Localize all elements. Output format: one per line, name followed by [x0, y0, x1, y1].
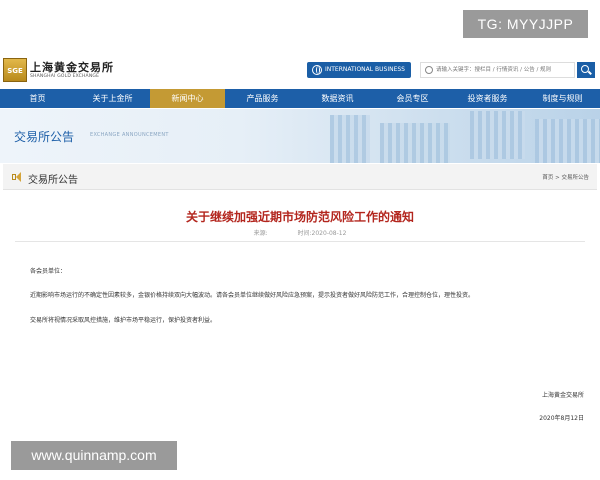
international-business-label: INTERNATIONAL BUSINESS: [325, 66, 405, 73]
nav-item-investors[interactable]: 投资者服务: [450, 89, 525, 108]
nav-item-rules[interactable]: 制度与规则: [525, 89, 600, 108]
source-label: 来源:: [253, 230, 268, 237]
breadcrumb-home[interactable]: 首页: [542, 175, 553, 181]
nav-item-data[interactable]: 数据资讯: [300, 89, 375, 108]
site-header: SGE 上海黄金交易所 SHANGHAI GOLD EXCHANGE INTER…: [0, 55, 600, 87]
banner-title: 交易所公告: [14, 130, 75, 144]
banner-subtitle: EXCHANGE ANNOUNCEMENT: [90, 132, 169, 138]
logo-english-name: SHANGHAI GOLD EXCHANGE: [30, 74, 100, 79]
article-meta: 来源: 时间:2020-08-12: [3, 228, 597, 237]
search-icon: [581, 65, 589, 73]
main-nav: 首页 关于上金所 新闻中心 产品服务 数据资讯 会员专区 投资者服务 制度与规则: [0, 89, 600, 108]
section-title: 交易所公告: [28, 175, 78, 186]
nav-item-about[interactable]: 关于上金所: [75, 89, 150, 108]
site-logo[interactable]: SGE 上海黄金交易所 SHANGHAI GOLD EXCHANGE: [3, 58, 113, 84]
section-header: 交易所公告 首页 > 交易所公告: [3, 164, 597, 190]
divider: [15, 241, 585, 242]
article-title: 关于继续加强近期市场防范风险工作的通知: [185, 210, 414, 224]
nav-item-news[interactable]: 新闻中心: [150, 89, 225, 108]
globe-icon: [312, 65, 322, 75]
article-paragraph: 近期影响市场运行的不确定性因素较多，金银价格持续双向大幅波动。请各会员单位继续做…: [30, 292, 475, 299]
breadcrumb: 首页 > 交易所公告: [542, 173, 589, 181]
article-greeting: 各会员单位：: [30, 268, 67, 275]
nav-item-products[interactable]: 产品服务: [225, 89, 300, 108]
search-input[interactable]: [436, 63, 574, 77]
time-value: 2020-08-12: [311, 230, 347, 237]
banner-building-art: [330, 115, 370, 163]
page-banner: 交易所公告 EXCHANGE ANNOUNCEMENT: [0, 109, 600, 163]
international-business-button[interactable]: INTERNATIONAL BUSINESS: [307, 62, 411, 78]
search-hint-icon: [425, 66, 433, 74]
announcement-article: 关于继续加强近期市场防范风险工作的通知 来源: 时间:2020-08-12 各会…: [3, 191, 597, 441]
article-date: 2020年8月12日: [539, 415, 584, 422]
search-button[interactable]: [577, 62, 595, 78]
bottom-watermark: www.quinnamp.com: [11, 441, 177, 470]
nav-item-home[interactable]: 首页: [0, 89, 75, 108]
banner-building-art: [470, 111, 525, 159]
banner-building-art: [535, 119, 600, 163]
article-signature: 上海黄金交易所: [541, 392, 584, 399]
search-box[interactable]: [420, 62, 575, 78]
banner-building-art: [380, 123, 450, 163]
breadcrumb-current[interactable]: 交易所公告: [561, 175, 589, 181]
logo-chinese-name: 上海黄金交易所: [30, 61, 114, 74]
time-label: 时间:: [297, 230, 312, 237]
speaker-icon: [12, 172, 22, 182]
logo-emblem: SGE: [3, 58, 27, 82]
article-paragraph: 交易所将视情况采取风控措施，维护市场平稳运行，保护投资者利益。: [30, 317, 217, 324]
nav-item-members[interactable]: 会员专区: [375, 89, 450, 108]
top-watermark: TG: MYYJJPP: [463, 10, 588, 38]
